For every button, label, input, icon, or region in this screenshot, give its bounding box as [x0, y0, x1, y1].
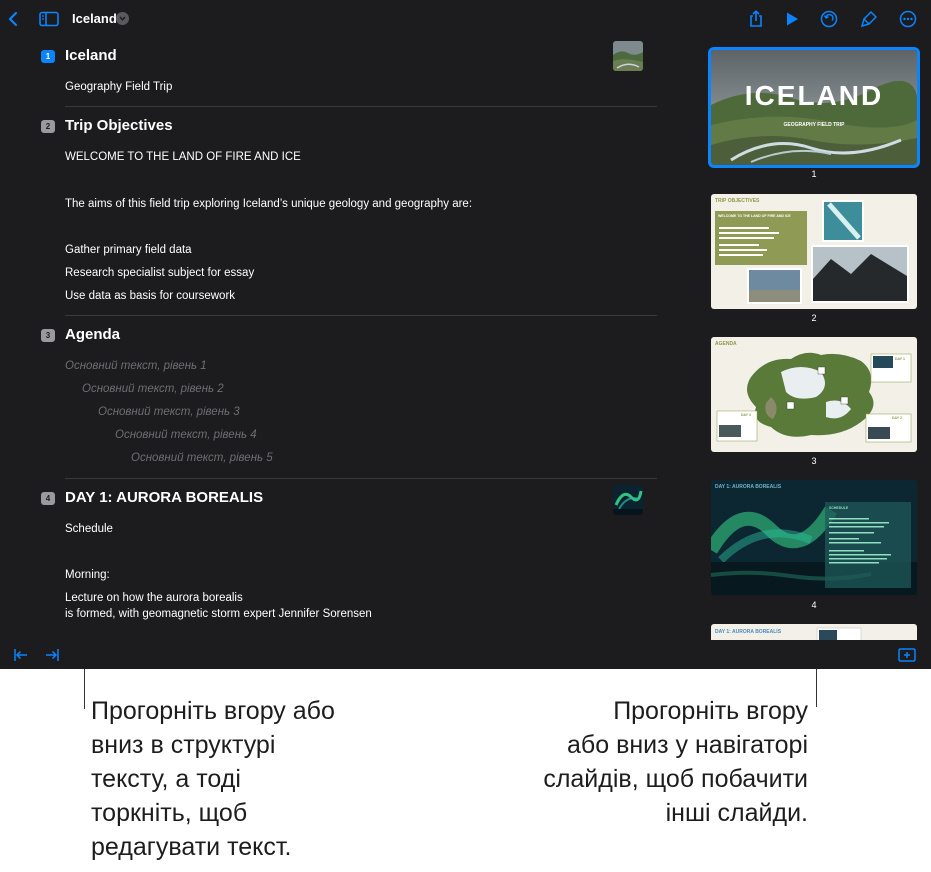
callout-line-text: інші слайди. — [665, 799, 808, 827]
outdent-icon[interactable] — [10, 644, 32, 666]
map-label: DAY 3 — [741, 413, 751, 417]
callout-line-text: вниз в структурі — [91, 731, 276, 759]
navigator-slide-number: 2 — [811, 313, 817, 323]
chevron-down-icon[interactable] — [116, 12, 129, 25]
slide-number-badge: 4 — [41, 492, 55, 505]
slide-title[interactable]: Iceland — [65, 47, 117, 64]
keynote-app-window: Iceland 1 Iceland Geography Field Trip 2… — [0, 0, 931, 669]
slide-number-badge: 3 — [41, 329, 55, 342]
divider — [65, 315, 657, 316]
navigator-slide-number: 1 — [811, 169, 817, 179]
slide-title[interactable]: Trip Objectives — [65, 117, 173, 134]
navigator-slide-2[interactable]: TRIP OBJECTIVES WELCOME TO THE LAND OF F… — [711, 194, 917, 309]
divider — [65, 106, 657, 107]
undo-icon[interactable] — [818, 8, 840, 30]
play-icon[interactable] — [781, 8, 803, 30]
text-outline[interactable]: 1 Iceland Geography Field Trip 2 Trip Ob… — [0, 37, 690, 640]
box-title: SCHEDULE — [829, 506, 849, 510]
outline-text-line[interactable]: Research specialist subject for essay — [65, 267, 254, 279]
placeholder-text-level-5[interactable]: Основний текст, рівень 5 — [131, 452, 273, 464]
slide-number-badge: 1 — [41, 50, 55, 63]
outline-text-line[interactable]: Gather primary field data — [65, 244, 192, 256]
callout-line-text: торкніть, щоб — [91, 799, 248, 827]
placeholder-text-level-3[interactable]: Основний текст, рівень 3 — [98, 406, 240, 418]
placeholder-text-level-2[interactable]: Основний текст, рівень 2 — [82, 383, 224, 395]
slide-image-thumbnail — [613, 485, 643, 515]
back-chevron-icon[interactable] — [2, 8, 24, 30]
navigator-slide-number: 3 — [811, 456, 817, 466]
top-toolbar: Iceland — [0, 0, 931, 37]
navigator-slide-number: 4 — [811, 600, 817, 610]
slide-subheading: GEOGRAPHY FIELD TRIP — [783, 122, 845, 128]
slide-image-thumbnail — [613, 41, 643, 71]
slide-title[interactable]: DAY 1: AURORA BOREALIS — [65, 489, 263, 506]
placeholder-text-level-4[interactable]: Основний текст, рівень 4 — [115, 429, 257, 441]
document-title[interactable]: Iceland — [72, 11, 117, 26]
callout-line-text: слайдів, щоб побачити — [543, 765, 808, 793]
outline-text-line[interactable]: The aims of this field trip exploring Ic… — [65, 198, 472, 210]
navigator-slide-5[interactable]: DAY 1: AURORA BOREALIS — [711, 624, 917, 640]
callout-line-text: Прогорніть вгору — [613, 697, 808, 725]
outline-text-line[interactable]: Use data as basis for coursework — [65, 290, 235, 302]
bottom-toolbar — [0, 640, 931, 669]
callout-line-text: або вниз у навігаторі — [567, 731, 808, 759]
slide-navigator[interactable]: ICELAND GEOGRAPHY FIELD TRIP 1 TRIP OBJE… — [690, 37, 931, 640]
outline-text-line[interactable]: WELCOME TO THE LAND OF FIRE AND ICE — [65, 151, 301, 163]
callout-line-text: тексту, а тоді — [91, 765, 241, 793]
divider — [65, 478, 657, 479]
outline-text-line[interactable]: Lecture on how the aurora borealis — [65, 592, 243, 604]
callout-line-right — [816, 669, 817, 707]
map-label: DAY 2 — [892, 416, 902, 420]
sidebar-toggle-icon[interactable] — [38, 8, 60, 30]
map-label: DAY 1 — [895, 357, 905, 361]
share-icon[interactable] — [745, 8, 767, 30]
more-options-icon[interactable] — [897, 8, 919, 30]
callout-line-text: редагувати текст. — [91, 833, 292, 861]
callout-line-left — [84, 669, 85, 709]
slide-heading: DAY 1: AURORA BOREALIS — [715, 484, 782, 490]
outline-text-line[interactable]: Geography Field Trip — [65, 81, 172, 93]
outline-text-line[interactable]: Schedule — [65, 523, 113, 535]
navigator-slide-3[interactable]: AGENDA DAY 1 DAY 2 DAY 3 — [711, 337, 917, 452]
outline-text-line[interactable]: Morning: — [65, 569, 110, 581]
callout-text-left: Прогорніть вгору або вниз в структурі те… — [91, 694, 421, 864]
navigator-slide-1[interactable]: ICELAND GEOGRAPHY FIELD TRIP — [708, 47, 920, 168]
format-brush-icon[interactable] — [858, 8, 880, 30]
callout-text-right: Прогорніть вгору або вниз у навігаторі с… — [470, 694, 808, 830]
add-slide-icon[interactable] — [896, 644, 918, 666]
placeholder-text-level-1[interactable]: Основний текст, рівень 1 — [65, 360, 207, 372]
callout-line-text: Прогорніть вгору або — [91, 697, 335, 725]
slide-number-badge: 2 — [41, 120, 55, 133]
outline-text-line[interactable]: is formed, with geomagnetic storm expert… — [65, 608, 372, 620]
indent-icon[interactable] — [41, 644, 63, 666]
slide-title[interactable]: Agenda — [65, 326, 120, 343]
navigator-slide-4[interactable]: DAY 1: AURORA BOREALIS SCHEDULE — [711, 480, 917, 595]
slide-heading: ICELAND — [744, 80, 884, 111]
